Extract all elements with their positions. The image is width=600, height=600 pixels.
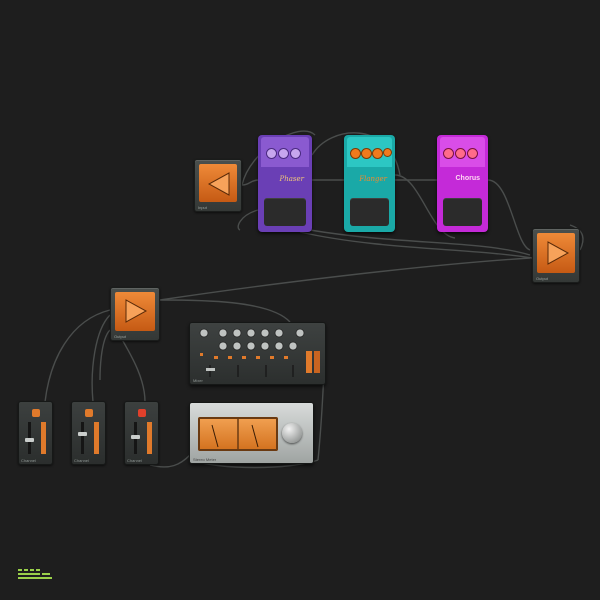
knob[interactable] [350, 148, 361, 159]
wire [309, 229, 531, 256]
mixer-knob[interactable] [232, 341, 242, 351]
mixer-knob[interactable] [295, 328, 305, 338]
wire [159, 257, 531, 301]
mixer-led [200, 353, 203, 356]
wire-canvas [44, 130, 584, 469]
node-label: Output [536, 276, 549, 281]
knob[interactable] [290, 148, 301, 159]
footswitch[interactable] [350, 198, 389, 226]
channel-button[interactable] [138, 409, 146, 417]
channel-meter [147, 422, 152, 454]
node-label: Channel [74, 458, 89, 463]
channel-fader-track [81, 422, 84, 454]
mixer-knob[interactable] [246, 341, 256, 351]
input-node[interactable]: Input [194, 159, 242, 212]
wire [299, 231, 533, 259]
wire [44, 309, 111, 403]
knob[interactable] [278, 148, 289, 159]
wire [487, 179, 531, 251]
mixer-led [228, 356, 232, 359]
meter-node[interactable]: Stereo Meter [189, 402, 314, 464]
volume-knob[interactable] [282, 423, 302, 443]
mixer-level-meter [306, 351, 312, 373]
channel-button[interactable] [85, 409, 93, 417]
wire [99, 329, 111, 381]
play-left-icon [207, 172, 230, 196]
mixer-knob[interactable] [274, 328, 284, 338]
vu-needles [211, 419, 259, 449]
mixer-knob[interactable] [288, 341, 298, 351]
mixer-knob[interactable] [199, 328, 209, 338]
vu-needle [211, 424, 219, 448]
footswitch[interactable] [443, 198, 482, 226]
output-node-top[interactable]: Output [532, 228, 580, 283]
pedal-magenta[interactable]: Chorus [437, 135, 488, 232]
mixer-led [242, 356, 246, 359]
channel-fader-cap[interactable] [78, 432, 87, 436]
play-right-icon [125, 299, 148, 323]
channel-node-1[interactable]: Channel [18, 401, 53, 465]
mixer-knobs [199, 328, 320, 377]
vu-needle [251, 424, 259, 448]
channel-meter [41, 422, 46, 454]
meter-display [198, 417, 278, 451]
knob[interactable] [467, 148, 478, 159]
mixer-knob[interactable] [218, 328, 228, 338]
channel-node-2[interactable]: Channel [71, 401, 106, 465]
channel-meter [94, 422, 99, 454]
mixer-knob[interactable] [260, 328, 270, 338]
mixer-knob[interactable] [260, 341, 270, 351]
node-label: Channel [21, 458, 36, 463]
knob[interactable] [266, 148, 277, 159]
output-node-left[interactable]: Output [110, 287, 160, 341]
mixer-knob[interactable] [218, 341, 228, 351]
channel-fader-cap[interactable] [25, 438, 34, 442]
channel-button[interactable] [32, 409, 40, 417]
mixer-level-meter [314, 351, 320, 373]
pedal-brand: Chorus [455, 175, 481, 182]
wire [159, 299, 291, 323]
wire [241, 179, 260, 186]
knob[interactable] [361, 148, 372, 159]
pedal-brand: Phaser [279, 175, 304, 183]
node-label: Stereo Meter [193, 457, 217, 462]
pedal-teal[interactable]: Flanger [344, 135, 395, 232]
app-logo-icon[interactable] [18, 569, 52, 581]
mixer-knob[interactable] [246, 328, 256, 338]
node-label: Channel [127, 458, 142, 463]
pedal-purple[interactable]: Phaser [258, 135, 312, 232]
mixer-led [256, 356, 260, 359]
pedal-brand: Flanger [359, 175, 387, 183]
node-label: Output [114, 334, 127, 339]
fader-cap [206, 368, 215, 371]
channel-fader-cap[interactable] [131, 435, 140, 439]
play-right-icon [547, 241, 570, 265]
knob[interactable] [443, 148, 454, 159]
footswitch[interactable] [264, 198, 306, 226]
wire [237, 209, 259, 231]
knob[interactable] [372, 148, 383, 159]
mixer-node[interactable]: Mixer [189, 322, 326, 385]
mixer-led [214, 356, 218, 359]
node-label: Input [198, 205, 207, 210]
mixer-led [270, 356, 274, 359]
node-label: Mixer [193, 378, 203, 383]
mixer-knob[interactable] [274, 341, 284, 351]
mixer-knob[interactable] [232, 328, 242, 338]
channel-node-3[interactable]: Channel [124, 401, 159, 465]
mixer-led [284, 356, 288, 359]
knob[interactable] [455, 148, 466, 159]
knob[interactable] [383, 148, 392, 157]
